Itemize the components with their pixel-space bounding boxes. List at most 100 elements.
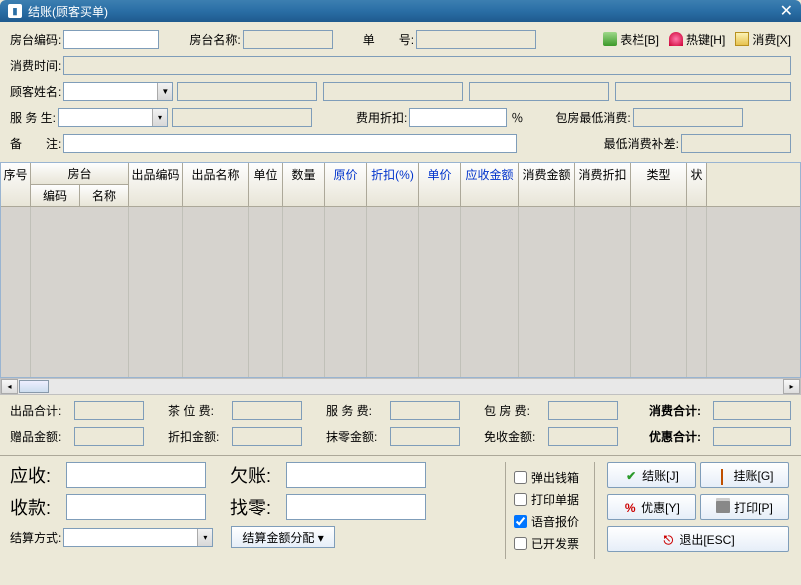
out-total-input bbox=[74, 401, 144, 420]
hook-icon bbox=[715, 469, 729, 481]
items-grid: 序号 房台 编码名称 出品编码 出品名称 单位 数量 原价 折扣(%) 单价 应… bbox=[0, 162, 801, 378]
scroll-left-button[interactable]: ◂ bbox=[1, 379, 18, 394]
chevron-down-icon: ▼ bbox=[157, 83, 172, 100]
print-button[interactable]: 打印[P] bbox=[700, 494, 789, 520]
label-room-name: 房台名称: bbox=[189, 31, 240, 48]
bottom-panel: 应收: 欠账: 收款: 找零: 结算方式: ▾ 结算金额分配 ▾ 弹出钱箱 打印… bbox=[0, 455, 801, 565]
label-waiter: 服 务 生: bbox=[10, 109, 56, 126]
customer-extra3 bbox=[615, 82, 791, 101]
chevron-down-icon: ▾ bbox=[197, 529, 212, 546]
col-consume-disc[interactable]: 消费折扣 bbox=[575, 163, 631, 206]
check-icon: ✔ bbox=[624, 469, 638, 481]
change-input[interactable] bbox=[286, 494, 426, 520]
col-orig-price[interactable]: 原价 bbox=[325, 163, 367, 206]
col-out-name[interactable]: 出品名称 bbox=[183, 163, 249, 206]
col-consume-amt[interactable]: 消费金额 bbox=[519, 163, 575, 206]
room-min-input bbox=[633, 108, 743, 127]
window-title: 结账(顾客买单) bbox=[28, 3, 108, 20]
consume-button[interactable]: 消费[X] bbox=[735, 31, 791, 48]
settle-button[interactable]: ✔结账[J] bbox=[607, 462, 696, 488]
col-type[interactable]: 类型 bbox=[631, 163, 687, 206]
col-room[interactable]: 房台 编码名称 bbox=[31, 163, 129, 206]
form-area: 房台编码: 房台名称: 单 号: 表栏[B] 热键[H] 消费[X] 消费时间:… bbox=[0, 22, 801, 162]
hotkey-button[interactable]: 热键[H] bbox=[669, 31, 725, 48]
remark-input[interactable] bbox=[63, 134, 517, 153]
label-pref-total: 优惠合计: bbox=[649, 428, 711, 445]
collect-input[interactable] bbox=[66, 494, 206, 520]
percent-icon: % bbox=[623, 501, 637, 513]
label-consume-total: 消费合计: bbox=[649, 402, 711, 419]
customer-extra1 bbox=[323, 82, 463, 101]
bill-no-input bbox=[416, 30, 536, 49]
hotkey-icon bbox=[669, 32, 683, 46]
label-room-fee: 包 房 费: bbox=[484, 402, 546, 419]
gift-amt-input bbox=[74, 427, 144, 446]
customer-name-display bbox=[177, 82, 317, 101]
label-change: 找零: bbox=[230, 494, 286, 520]
payment-block: 应收: 欠账: 收款: 找零: 结算方式: ▾ 结算金额分配 ▾ bbox=[10, 462, 505, 559]
horizontal-scrollbar[interactable]: ◂ ▸ bbox=[0, 378, 801, 395]
options-block: 弹出钱箱 打印单据 语音报价 已开发票 bbox=[505, 462, 595, 559]
owe-input[interactable] bbox=[286, 462, 426, 488]
label-bill-no: 单 号: bbox=[363, 31, 414, 48]
col-out-code[interactable]: 出品编码 bbox=[129, 163, 183, 206]
consume-total-input bbox=[713, 401, 791, 420]
col-discount[interactable]: 折扣(%) bbox=[367, 163, 419, 206]
cashbox-check[interactable]: 弹出钱箱 bbox=[514, 469, 586, 486]
label-room-min: 包房最低消费: bbox=[555, 109, 630, 126]
alloc-button[interactable]: 结算金额分配 ▾ bbox=[231, 526, 334, 548]
grid-header: 序号 房台 编码名称 出品编码 出品名称 单位 数量 原价 折扣(%) 单价 应… bbox=[1, 163, 800, 207]
label-min-diff: 最低消费补差: bbox=[604, 135, 679, 152]
label-receivable-big: 应收: bbox=[10, 462, 66, 488]
exit-icon: ⎋ bbox=[661, 533, 675, 545]
printer-icon bbox=[716, 501, 730, 513]
pref-total-input bbox=[713, 427, 791, 446]
method-combo[interactable]: ▾ bbox=[63, 528, 213, 547]
label-gift-amt: 赠品金额: bbox=[10, 428, 72, 445]
pref-button[interactable]: %优惠[Y] bbox=[607, 494, 696, 520]
label-disc-amt: 折扣金额: bbox=[168, 428, 230, 445]
label-collect: 收款: bbox=[10, 494, 66, 520]
min-diff-input bbox=[681, 134, 791, 153]
label-fee-discount: 费用折扣: bbox=[356, 109, 407, 126]
actions-block: ✔结账[J] 挂账[G] %优惠[Y] 打印[P] ⎋退出[ESC] bbox=[595, 462, 791, 559]
close-icon[interactable]: ✕ bbox=[780, 1, 793, 21]
customer-combo[interactable]: ▼ bbox=[63, 82, 173, 101]
room-name-input bbox=[243, 30, 333, 49]
receivable-input[interactable] bbox=[66, 462, 206, 488]
label-wipe-amt: 抹零金额: bbox=[326, 428, 388, 445]
tea-fee-input bbox=[232, 401, 302, 420]
col-seq[interactable]: 序号 bbox=[1, 163, 31, 206]
printbill-check[interactable]: 打印单据 bbox=[514, 491, 586, 508]
grid-icon bbox=[603, 32, 617, 46]
col-receivable[interactable]: 应收金额 bbox=[461, 163, 519, 206]
col-unit[interactable]: 单位 bbox=[249, 163, 283, 206]
col-tail[interactable]: 状 bbox=[687, 163, 707, 206]
totals-area: 出品合计: 茶 位 费: 服 务 费: 包 房 费: 消费合计: 赠品金额: 折… bbox=[0, 395, 801, 455]
waiter-combo[interactable]: ▾ bbox=[58, 108, 168, 127]
note-icon bbox=[735, 32, 749, 46]
label-out-total: 出品合计: bbox=[10, 402, 72, 419]
app-icon: ▮ bbox=[8, 4, 22, 18]
label-room-code: 房台编码: bbox=[10, 31, 61, 48]
voice-check[interactable]: 语音报价 bbox=[514, 513, 586, 530]
disc-amt-input bbox=[232, 427, 302, 446]
room-code-input[interactable] bbox=[63, 30, 159, 49]
fee-discount-input[interactable] bbox=[409, 108, 507, 127]
invoiced-check[interactable]: 已开发票 bbox=[514, 535, 586, 552]
scroll-right-button[interactable]: ▸ bbox=[783, 379, 800, 394]
label-consume-time: 消费时间: bbox=[10, 57, 61, 74]
col-qty[interactable]: 数量 bbox=[283, 163, 325, 206]
consume-time-input bbox=[63, 56, 791, 75]
col-price[interactable]: 单价 bbox=[419, 163, 461, 206]
label-customer: 顾客姓名: bbox=[10, 83, 61, 100]
guazhang-button[interactable]: 挂账[G] bbox=[700, 462, 789, 488]
label-remark: 备 注: bbox=[10, 135, 61, 152]
label-method: 结算方式: bbox=[10, 529, 61, 546]
label-tea-fee: 茶 位 费: bbox=[168, 402, 230, 419]
percent-label: ％ bbox=[511, 109, 523, 126]
scroll-thumb[interactable] bbox=[19, 380, 49, 393]
exit-button[interactable]: ⎋退出[ESC] bbox=[607, 526, 789, 552]
grid-body[interactable] bbox=[1, 207, 800, 377]
tabbar-button[interactable]: 表栏[B] bbox=[603, 31, 659, 48]
